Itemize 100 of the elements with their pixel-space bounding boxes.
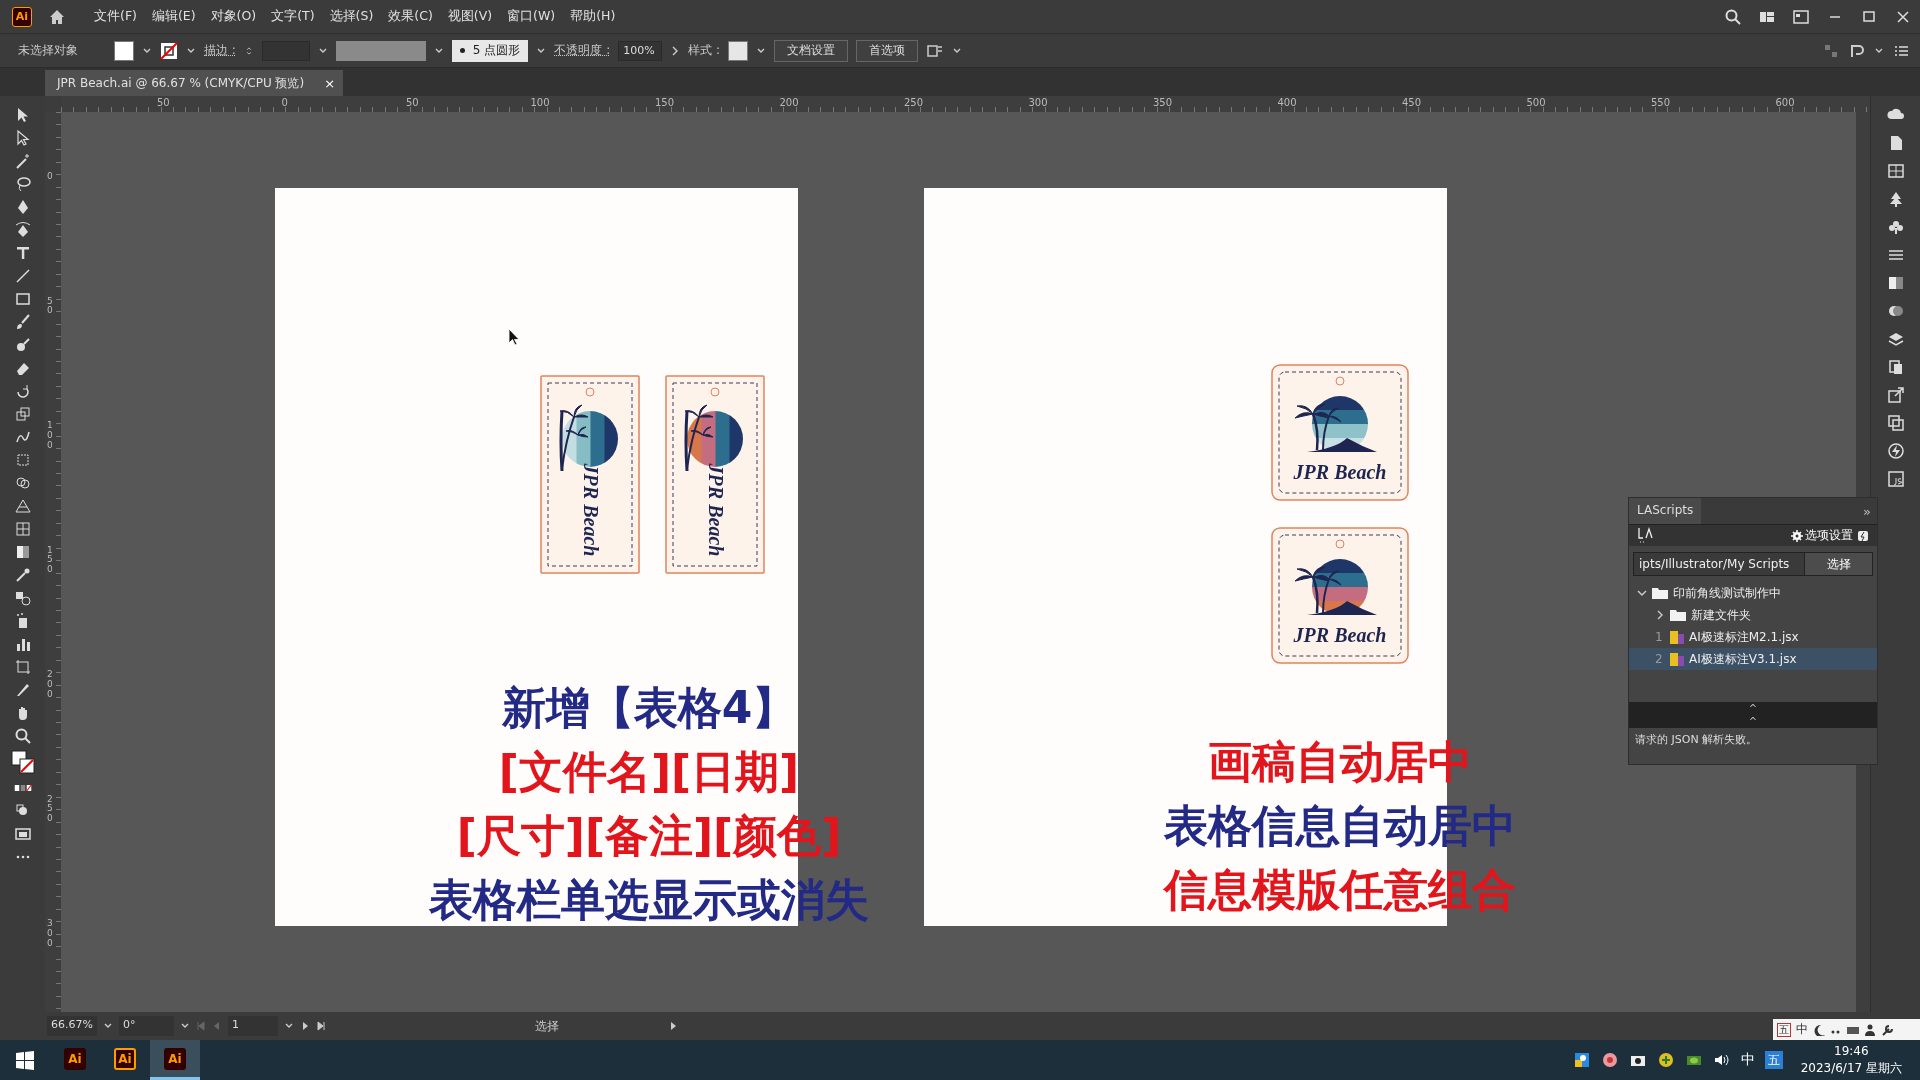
input-language-indicator[interactable]: 中 — [1740, 1051, 1755, 1069]
tab-close-button[interactable]: × — [324, 75, 336, 91]
clock-date: 2023/6/17 星期六 — [1800, 1060, 1902, 1077]
ruler-label: 550 — [1651, 97, 1671, 108]
artboards-icon[interactable] — [1886, 358, 1905, 376]
ruler-label: 0 — [281, 97, 288, 108]
ruler-label: 400 — [1277, 97, 1297, 108]
opacity-label[interactable]: 不透明度 : — [554, 42, 611, 59]
menu-item[interactable]: 对象(O) — [210, 8, 257, 25]
brush-dropdown[interactable]: 5 点圆形 — [451, 39, 529, 62]
chevron-right-icon[interactable] — [1655, 610, 1665, 620]
input-method-indicator[interactable]: 五 — [1764, 1051, 1783, 1069]
tree-item[interactable]: 1 AI极速标注M2.1.jsx — [1629, 626, 1877, 648]
ruler-label: 150 — [47, 545, 54, 576]
settings-icon — [1791, 529, 1803, 542]
taskbar-app-button[interactable]: Ai — [100, 1040, 150, 1080]
artboard-icon[interactable] — [13, 658, 32, 676]
menu-item[interactable]: 文字(T) — [271, 8, 315, 25]
tree-item[interactable]: 新建文件夹 — [1629, 604, 1877, 626]
ruler-label: 100 — [47, 421, 54, 451]
brand-text: JPR Beach — [1293, 624, 1387, 646]
ruler-label: 200 — [47, 670, 54, 700]
opacity-field[interactable]: 100% — [618, 40, 663, 61]
tree-item[interactable]: 2 AI极速标注V3.1.jsx — [1629, 648, 1877, 670]
zoom-icon[interactable] — [13, 727, 32, 745]
la-logo-icon — [1637, 526, 1655, 545]
shape-builder-icon[interactable] — [13, 474, 32, 492]
flower-icon[interactable] — [1600, 1051, 1619, 1069]
menu-item[interactable]: 文件(F) — [94, 8, 137, 25]
panel-tab[interactable]: LAScripts — [1629, 498, 1702, 524]
menu-item[interactable]: 视图(V) — [447, 8, 493, 25]
photo-viewer-icon[interactable] — [1572, 1051, 1591, 1069]
app-logo[interactable]: Ai — [12, 6, 32, 27]
menu-item[interactable]: 效果(C) — [388, 8, 433, 25]
brand-text: JPR Beach — [1293, 461, 1387, 483]
taskbar-app-button[interactable]: Ai — [50, 1040, 100, 1080]
stroke-label[interactable]: 描边 : — [204, 42, 236, 59]
rectangle-icon[interactable] — [13, 290, 32, 308]
variable-width-field[interactable] — [335, 40, 426, 61]
ruler-label: 0 — [47, 172, 54, 182]
panel-splitter[interactable]: ^ — [1629, 715, 1877, 728]
wrench-icon[interactable] — [1881, 1023, 1893, 1036]
script-file-icon[interactable] — [1886, 470, 1905, 488]
input-mode-indicator[interactable]: 五 — [1777, 1022, 1791, 1037]
copy-icon[interactable] — [1886, 414, 1905, 432]
document-title[interactable]: JPR Beach.ai @ 66.67 % (CMYK/CPU 预览) — [57, 74, 305, 92]
window-layout-icon[interactable] — [1792, 7, 1810, 26]
taskbar-app-button[interactable]: Ai — [150, 1040, 200, 1080]
layers-icon[interactable] — [1886, 330, 1905, 348]
toolbar-button[interactable]: 文档设置 — [774, 39, 849, 62]
screen-mode-icon[interactable] — [13, 825, 32, 843]
ruler-label: 100 — [530, 97, 550, 108]
stroke-none-swatch[interactable] — [160, 41, 178, 60]
tree-item[interactable]: 印前角线测试制作中 — [1629, 582, 1877, 604]
perspective-grid-icon[interactable] — [13, 497, 32, 515]
fill-swatch[interactable] — [114, 40, 134, 61]
ruler-label: 500 — [1526, 97, 1546, 108]
scale-icon[interactable] — [13, 405, 32, 423]
search-icon[interactable] — [1724, 7, 1742, 26]
blend-icon[interactable] — [13, 589, 32, 607]
plus-circle-icon[interactable] — [1656, 1051, 1675, 1069]
caption-text: [文件名][日期] — [498, 745, 800, 799]
chevron-down-icon[interactable] — [1637, 588, 1647, 598]
moon-icon[interactable] — [1813, 1023, 1825, 1036]
home-icon[interactable] — [48, 7, 66, 26]
person-icon[interactable] — [1864, 1023, 1876, 1036]
export-icon[interactable] — [1886, 386, 1905, 404]
last-artboard-icon[interactable] — [316, 1021, 326, 1031]
menu-item[interactable]: 选择(S) — [329, 8, 374, 25]
menu-item[interactable]: 窗口(W) — [507, 8, 556, 25]
ruler-label: 450 — [1402, 97, 1422, 108]
gradient-panel-icon[interactable] — [1886, 274, 1905, 292]
refresh-icon[interactable] — [1857, 529, 1869, 542]
toolbar-button[interactable]: 首选项 — [856, 39, 919, 62]
status-menu-icon[interactable] — [668, 1021, 678, 1031]
table-icon[interactable] — [1886, 162, 1905, 180]
mesh-icon[interactable] — [13, 520, 32, 538]
brand-text: JPR Beach — [705, 463, 727, 557]
ruler-label: 150 — [655, 97, 675, 108]
menu-item[interactable]: 编辑(E) — [151, 8, 196, 25]
lightning-circle-icon[interactable] — [1886, 442, 1905, 460]
fill-stroke-swatches-icon[interactable] — [10, 750, 35, 774]
taskbar-clock[interactable]: 19:46 2023/6/17 星期六 — [1792, 1043, 1910, 1077]
artboard-number-field[interactable]: 1 — [228, 1016, 278, 1036]
club-icon[interactable] — [1886, 218, 1905, 236]
next-artboard-icon[interactable] — [300, 1021, 310, 1031]
style-swatch[interactable] — [728, 40, 749, 61]
list-number: 1 — [1655, 630, 1664, 644]
collapse-button[interactable]: » — [1863, 503, 1877, 519]
panel-splitter[interactable]: ^ — [1629, 702, 1877, 715]
rotation-field[interactable]: 0° — [119, 1016, 174, 1036]
folder-icon — [1652, 587, 1668, 599]
ruler-label: 250 — [47, 794, 54, 825]
zoom-field[interactable]: 66.67% — [47, 1016, 97, 1036]
list-number: 2 — [1655, 652, 1664, 666]
language-indicator[interactable]: 中 — [1796, 1021, 1808, 1038]
menu-item[interactable]: 帮助(H) — [570, 8, 616, 25]
options-settings-button[interactable]: 选项设置 — [1791, 527, 1853, 544]
curvature-pen-icon[interactable] — [13, 221, 32, 239]
document-tab[interactable]: JPR Beach.ai @ 66.67 % (CMYK/CPU 预览) × — [45, 70, 344, 96]
